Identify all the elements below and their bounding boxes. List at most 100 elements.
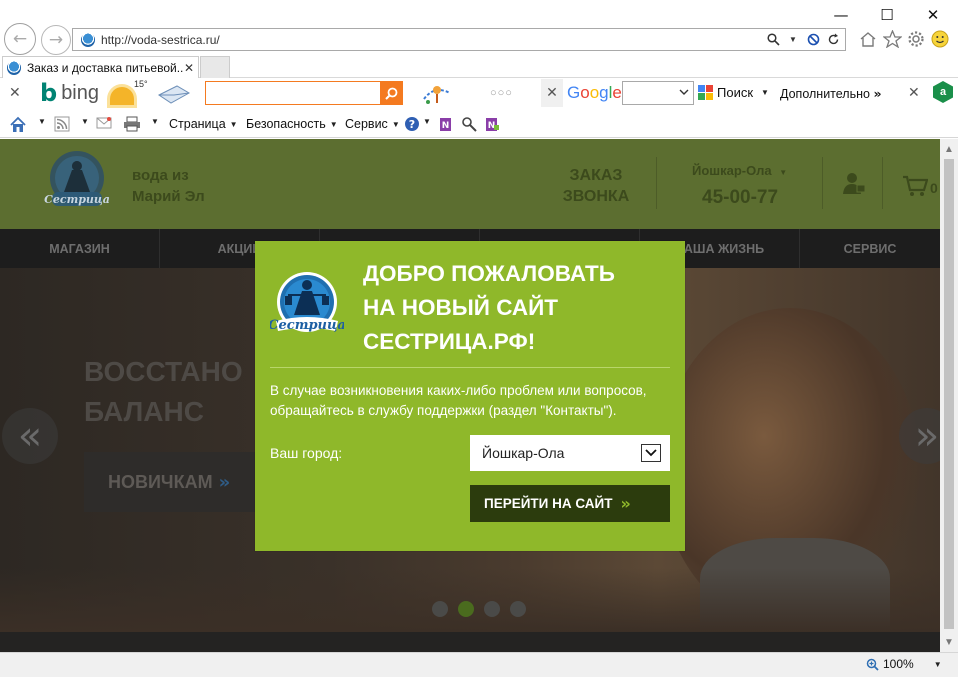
nav-item-shop[interactable]: МАГАЗИН [0,229,160,268]
close-google-toolbar-icon[interactable]: ✕ [541,79,563,107]
safety-menu[interactable]: Безопасность ▼ [246,117,338,131]
refresh-icon[interactable] [825,33,841,46]
chevron-left-icon: « [17,413,43,459]
tab-title: Заказ и доставка питьевой... [27,60,183,75]
nav-label: НАША ЖИЗНЬ [674,241,765,256]
tab-close-icon[interactable]: ✕ [184,61,194,75]
tab-active[interactable]: Заказ и доставка питьевой... ✕ [2,56,199,78]
callback-link[interactable]: ЗАКАЗ ЗВОНКА [560,165,632,207]
weather-widget[interactable]: 15° [108,79,148,107]
minimize-button[interactable]: — [818,4,864,26]
user-account-icon[interactable] [842,171,866,195]
slider-dot[interactable] [510,601,526,617]
research-tool-icon[interactable] [461,116,479,134]
new-tab-button[interactable] [200,56,230,78]
page-menu[interactable]: Страница ▼ [169,117,238,131]
maximize-button[interactable]: ☐ [864,4,910,26]
slider-dot[interactable] [484,601,500,617]
close-toolbar-icon[interactable]: ✕ [9,85,21,101]
home-icon[interactable] [857,28,879,50]
below-hero-strip [0,632,940,652]
scroll-thumb[interactable] [944,159,954,629]
slider-dot-active[interactable] [458,601,474,617]
zoom-icon [866,658,879,671]
go-to-site-button[interactable]: ПЕРЕЙТИ НА САЙТ » [470,485,670,522]
slider-prev-button[interactable]: « [2,408,58,464]
print-icon[interactable] [123,116,141,134]
addon-badge-icon[interactable]: a [933,81,953,103]
settings-gear-icon[interactable] [905,28,927,50]
site-slogan: вода из Марий Эл [132,165,205,207]
nav-item-service[interactable]: СЕРВИС [800,229,940,268]
modal-city-label: Ваш город: [270,445,343,461]
logo-wordmark: Сестрица [44,193,110,206]
toolbar-more-dots[interactable]: ○○○ [490,87,513,99]
google-search-input[interactable] [622,81,694,105]
mail-icon[interactable] [157,83,191,105]
search-icon[interactable] [765,33,781,46]
modal-logo-wordmark: Сестрица [270,318,344,333]
cart-icon[interactable] [902,175,929,197]
site-logo[interactable]: Сестрица [42,148,112,218]
city-selector[interactable]: Йошкар-Ола ▼ [692,163,787,178]
go-to-site-label: ПЕРЕЙТИ НА САЙТ [484,496,613,511]
modal-city-select[interactable]: Йошкар-Ола [470,435,670,471]
close-x-label: ✕ [546,85,558,101]
vertical-scrollbar[interactable]: ▲ ▼ [940,139,958,652]
bing-logo[interactable]: b bing [40,81,99,105]
hero-newcomers-button[interactable]: НОВИЧКАМ » [84,452,264,512]
service-menu[interactable]: Сервис ▼ [345,117,400,131]
bing-search-input[interactable] [205,81,403,105]
smiley-feedback-icon[interactable] [929,28,951,50]
modal-title-line2: НА НОВЫЙ САЙТ [363,295,559,320]
chevron-down-icon[interactable] [641,444,661,462]
modal-divider [270,367,670,368]
home-dropdown-icon[interactable]: ▼ [34,117,46,126]
print-dropdown-icon[interactable]: ▼ [147,117,159,126]
hero-title-line1: ВОССТАНО [84,356,243,387]
dropdown-arrow-icon[interactable]: ▼ [785,35,801,44]
hero-title: ВОССТАНО БАЛАНС [84,352,243,432]
google-g-icon [698,85,713,100]
page-menu-label: Страница [169,117,226,131]
blocked-icon[interactable] [805,33,821,46]
bing-search-button[interactable] [380,82,402,104]
slider-dot[interactable] [432,601,448,617]
rss-dropdown-icon[interactable]: ▼ [77,117,89,126]
double-chevron-icon: » [873,86,882,101]
browser-titlebar: — ☐ ✕ ← → http://voda-sestrica.ru/ ▼ [0,0,958,56]
tab-favicon-icon [7,60,21,75]
map-pin-icon[interactable] [420,83,454,110]
site-favicon-icon [81,32,95,47]
scroll-down-icon[interactable]: ▼ [940,634,958,650]
header-phone[interactable]: 45-00-77 [702,187,778,209]
forward-arrow-icon: → [48,30,64,50]
google-logo: Google [567,83,622,102]
read-mail-icon[interactable] [96,116,114,134]
double-chevron-icon: » [218,471,231,493]
zoom-control[interactable]: 100% ▼ [866,657,942,671]
caret-down-icon: ▼ [779,168,788,177]
slider-dots [432,601,526,617]
close-addon-icon[interactable]: ✕ [908,85,920,101]
address-url[interactable]: http://voda-sestrica.ru/ [101,33,220,47]
google-search-button[interactable]: Поиск ▼ [698,85,769,100]
caret-down-icon: ▼ [933,659,942,669]
double-chevron-icon: » [620,494,631,513]
modal-title: ДОБРО ПОЖАЛОВАТЬ НА НОВЫЙ САЙТ СЕСТРИЦА.… [363,257,673,359]
rss-feed-icon[interactable] [54,116,72,134]
forward-button[interactable]: → [41,25,71,55]
back-button[interactable]: ← [4,23,36,55]
more-button[interactable]: Дополнительно » [780,86,882,101]
help-dropdown-icon[interactable]: ▼ [419,117,431,126]
bing-label: bing [61,81,99,104]
close-window-button[interactable]: ✕ [910,4,956,26]
scroll-up-icon[interactable]: ▲ [940,141,958,157]
nav-label: МАГАЗИН [49,241,110,256]
onenote-icon[interactable]: N [438,116,456,134]
home-small-icon[interactable] [9,116,27,134]
address-bar[interactable]: http://voda-sestrica.ru/ ▼ [72,28,846,51]
tab-bar: Заказ и доставка питьевой... ✕ [0,56,958,78]
onenote-send-icon[interactable]: N [484,116,502,134]
favorites-star-icon[interactable] [881,28,903,50]
